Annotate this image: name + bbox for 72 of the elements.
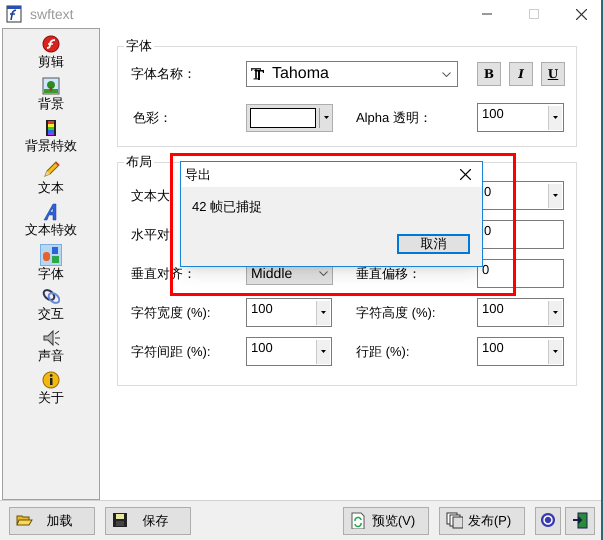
field-label: 字符高度 (%): (356, 304, 436, 320)
link-icon (42, 287, 60, 305)
dropdown-button[interactable] (548, 106, 562, 130)
sidebar-item[interactable]: 字体 (6, 245, 96, 287)
sidebar-item[interactable]: 文本特效 (6, 203, 96, 245)
toolbar-button[interactable]: 加载 (9, 506, 95, 534)
caret-icon (553, 116, 558, 119)
underline-button[interactable]: U (541, 62, 565, 86)
caret-icon (321, 350, 326, 353)
pages-icon (446, 512, 463, 529)
font-icon (41, 245, 61, 265)
caret-icon (553, 350, 558, 353)
close-icon (576, 8, 587, 20)
app-icon (6, 5, 22, 23)
pencil-icon (42, 161, 60, 179)
spin-field[interactable]: 100 (477, 103, 564, 132)
dropdown-button[interactable] (316, 300, 330, 324)
field-label: 字符宽度 (%): (131, 304, 212, 322)
sidebar-item[interactable]: 背景特效 (6, 119, 96, 161)
chevron-icon (442, 72, 451, 76)
field-label: 字符间距 (%): (131, 342, 212, 361)
spin-field[interactable]: 100 (246, 337, 332, 366)
sidebar-item[interactable]: 交互 (6, 287, 96, 329)
landscape-icon (42, 77, 60, 95)
field-label: 垂直偏移： (356, 266, 421, 281)
refresh-icon (350, 512, 367, 529)
exit-door-icon (572, 512, 588, 529)
group-title: 字体 (124, 37, 154, 55)
caret-icon (553, 194, 558, 197)
cancel-button[interactable]: 取消 (397, 234, 470, 254)
dropdown-button[interactable] (548, 184, 562, 208)
flash-icon (42, 35, 60, 53)
toolbar-button[interactable]: 预览(V) (343, 506, 429, 534)
field-label: 文本大 (131, 186, 171, 205)
sidebar-item[interactable]: 文本 (6, 161, 96, 203)
toolbar-button[interactable]: 保存 (105, 506, 191, 534)
field-label: 色彩： (132, 108, 173, 127)
info-icon (42, 371, 60, 389)
exit-button[interactable] (565, 506, 595, 534)
sidebar-item[interactable]: 背景 (6, 77, 96, 119)
caret-icon (553, 311, 558, 314)
dropdown-button[interactable] (548, 300, 562, 324)
chevron-icon (319, 271, 328, 276)
help-button[interactable] (535, 506, 561, 534)
field-label: Alpha 透明： (356, 108, 433, 127)
font-dropdown[interactable]: Tahoma (246, 61, 458, 87)
speaker-icon (42, 329, 60, 347)
dropdown-button[interactable] (548, 340, 562, 364)
italic-button[interactable]: I (509, 62, 533, 86)
spin-field[interactable]: 100 (246, 298, 332, 327)
color-picker[interactable] (246, 104, 333, 132)
dialog-message: 42 帧已捕捉 (191, 198, 264, 216)
input-field[interactable]: 0 (477, 259, 564, 288)
toolbar-button[interactable]: 发布(P) (439, 506, 525, 534)
dialog-title: 导出 (185, 166, 211, 184)
bold-button[interactable]: B (477, 62, 501, 86)
sidebar-item[interactable]: 声音 (6, 329, 96, 371)
field-label: 水平对 (131, 226, 171, 244)
spin-field[interactable]: 100 (477, 298, 564, 327)
field-label: 字体名称： (131, 65, 197, 84)
font-icon (251, 68, 264, 80)
group-title: 布局 (124, 153, 154, 171)
maximize-icon (529, 9, 539, 19)
sidebar-item[interactable]: 关于 (6, 371, 96, 413)
spin-field[interactable]: 100 (477, 337, 564, 366)
dropdown-button[interactable] (316, 340, 330, 364)
caret-icon (324, 116, 329, 119)
sidebar-item[interactable]: 剪辑 (6, 35, 96, 77)
field-label: 行距 (%): (356, 344, 410, 359)
close-icon (460, 169, 471, 180)
window-title: swftext (30, 4, 74, 24)
caret-icon (321, 311, 326, 314)
